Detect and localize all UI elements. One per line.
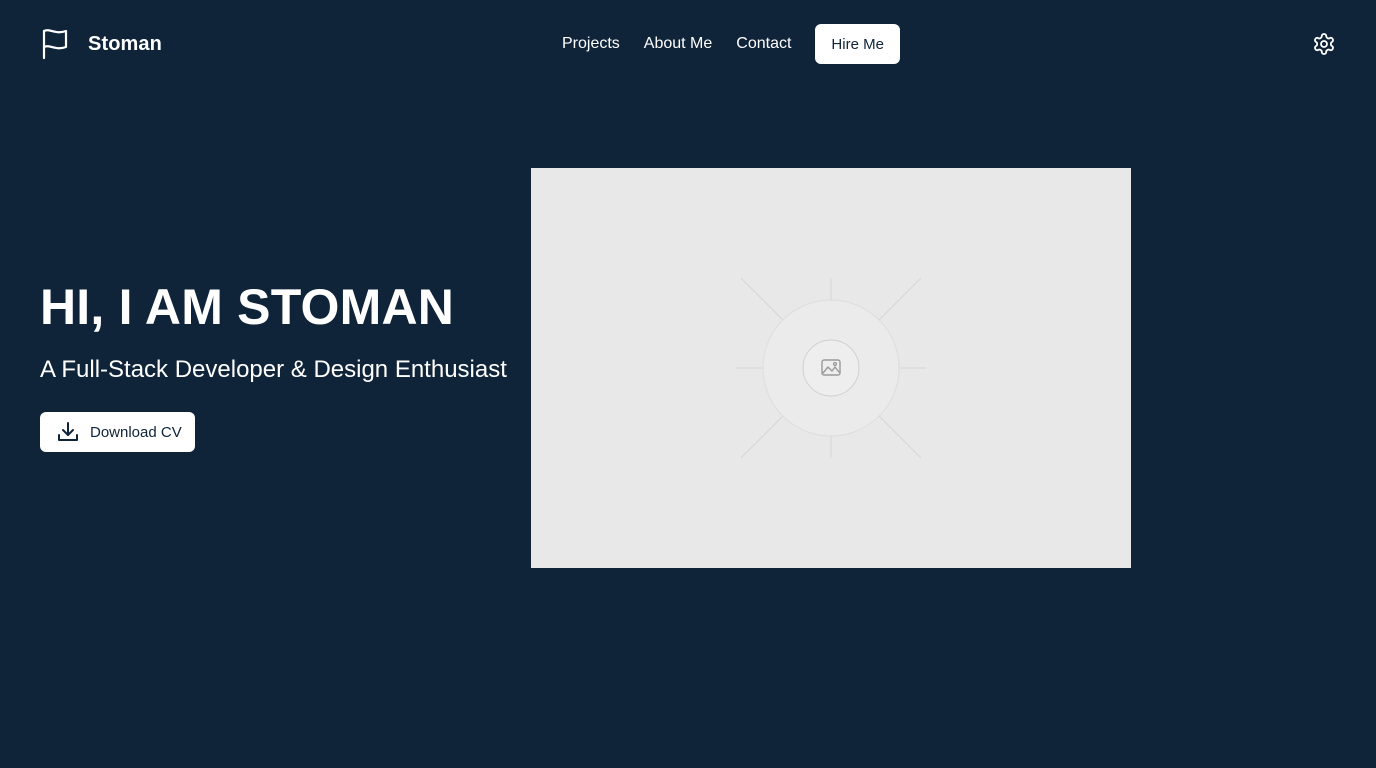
site-header: Stoman Projects About Me Contact Hire Me xyxy=(0,0,1376,88)
settings-button[interactable] xyxy=(1312,32,1336,56)
download-cv-button[interactable]: Download CV xyxy=(40,412,195,452)
download-cv-label: Download CV xyxy=(90,423,182,441)
nav-link-about-me[interactable]: About Me xyxy=(644,35,712,53)
image-placeholder-graphic xyxy=(736,277,926,459)
nav-link-contact[interactable]: Contact xyxy=(736,35,791,53)
download-icon xyxy=(58,422,78,441)
flag-icon xyxy=(42,29,68,60)
hero-title: HI, I AM STOMAN xyxy=(40,279,455,335)
main-nav: Projects About Me Contact Hire Me xyxy=(562,24,900,64)
brand-name: Stoman xyxy=(88,32,162,55)
hero-subtitle: A Full-Stack Developer & Design Enthusia… xyxy=(40,356,507,383)
hire-me-button[interactable]: Hire Me xyxy=(815,24,900,64)
hero-image-placeholder xyxy=(531,168,1131,568)
brand-link[interactable]: Stoman xyxy=(40,28,162,60)
nav-link-projects[interactable]: Projects xyxy=(562,35,620,53)
gear-icon xyxy=(1314,33,1334,55)
page: Stoman Projects About Me Contact Hire Me… xyxy=(0,0,1376,768)
